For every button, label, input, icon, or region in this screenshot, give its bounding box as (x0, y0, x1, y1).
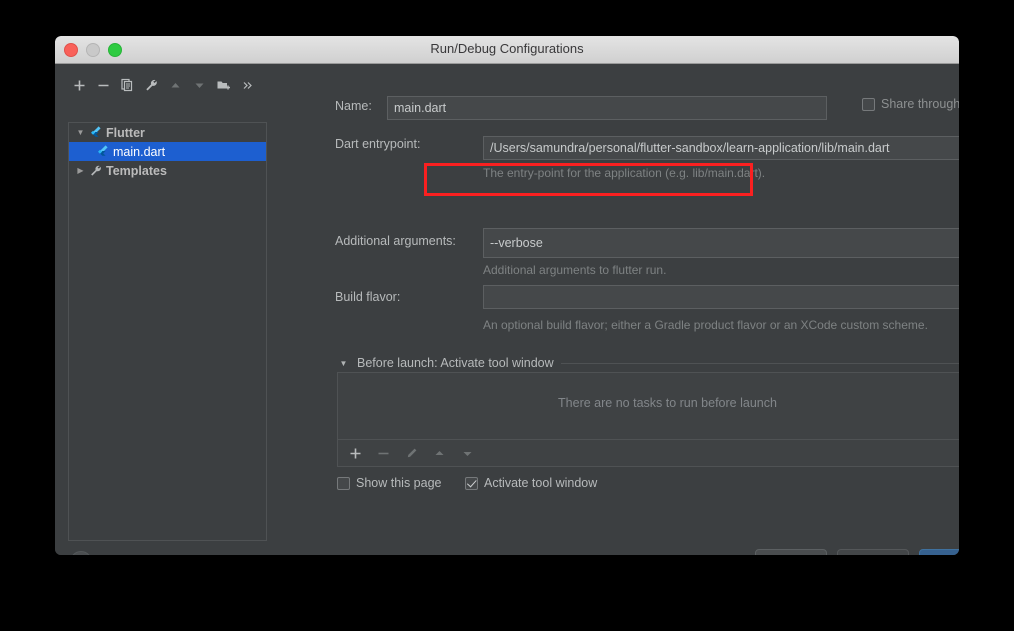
apply-button[interactable]: Apply (837, 549, 909, 555)
remove-task-button[interactable] (372, 442, 394, 464)
ok-button[interactable]: OK (919, 549, 959, 555)
before-launch-header: ▼ Before launch: Activate tool window (337, 356, 959, 370)
flavor-label: Build flavor: (335, 290, 401, 304)
chevron-down-icon[interactable]: ▼ (74, 128, 87, 137)
run-debug-configurations-dialog: Run/Debug Configurations ▼ Flutter main.… (55, 36, 959, 555)
add-configuration-button[interactable] (68, 74, 90, 96)
configurations-tree[interactable]: ▼ Flutter main.dart ▶ Templates (68, 122, 267, 541)
show-this-page-checkbox[interactable] (337, 476, 350, 490)
help-button[interactable]: ? (70, 551, 92, 555)
share-vcs-row[interactable]: Share through VCS (862, 97, 959, 111)
share-vcs-label: Share through VCS (881, 97, 959, 111)
name-input[interactable]: main.dart (387, 96, 827, 120)
edit-task-button[interactable] (400, 442, 422, 464)
move-up-button[interactable] (164, 74, 186, 96)
args-label: Additional arguments: (335, 234, 456, 248)
tree-item-templates[interactable]: ▶ Templates (69, 161, 266, 180)
section-divider (560, 362, 959, 364)
wrench-icon (87, 164, 103, 177)
screenshot-root: Run/Debug Configurations ▼ Flutter main.… (0, 0, 1014, 631)
window-titlebar: Run/Debug Configurations (55, 36, 959, 64)
add-task-button[interactable] (344, 442, 366, 464)
before-launch-title: Before launch: Activate tool window (357, 356, 554, 370)
entrypoint-hint: The entry-point for the application (e.g… (483, 166, 766, 180)
tree-item-label: Templates (106, 163, 167, 178)
name-row: Name: (335, 99, 372, 113)
entrypoint-input[interactable]: /Users/samundra/personal/flutter-sandbox… (483, 136, 959, 160)
before-launch-toolbar (338, 439, 959, 466)
before-launch-tasks-box[interactable]: There are no tasks to run before launch (337, 372, 959, 467)
chevron-down-icon[interactable]: ▼ (337, 359, 350, 368)
more-options-button[interactable] (236, 74, 258, 96)
remove-configuration-button[interactable] (92, 74, 114, 96)
flutter-icon (94, 145, 110, 158)
activate-tool-window-checkbox[interactable] (465, 476, 478, 490)
tree-item-flutter[interactable]: ▼ Flutter (69, 123, 266, 142)
new-folder-button[interactable] (212, 74, 234, 96)
before-launch-empty-text: There are no tasks to run before launch (558, 396, 777, 410)
move-task-down-button[interactable] (456, 442, 478, 464)
window-title: Run/Debug Configurations (430, 41, 584, 56)
dialog-body: ▼ Flutter main.dart ▶ Templates Name: ma… (55, 64, 959, 555)
tree-item-label: Flutter (106, 125, 145, 140)
args-row: Additional arguments: (335, 234, 456, 248)
move-down-button[interactable] (188, 74, 210, 96)
copy-configuration-button[interactable] (116, 74, 138, 96)
entrypoint-row: Dart entrypoint: (335, 137, 420, 151)
flavor-row: Build flavor: (335, 290, 400, 304)
show-this-page-label: Show this page (356, 476, 442, 490)
build-flavor-input[interactable] (483, 285, 959, 309)
cancel-button[interactable]: Cancel (755, 549, 827, 555)
flutter-icon (87, 126, 103, 139)
tree-item-main-dart[interactable]: main.dart (69, 142, 266, 161)
entrypoint-label: Dart entrypoint: (335, 137, 421, 151)
edit-templates-button[interactable] (140, 74, 162, 96)
args-hint: Additional arguments to flutter run. (483, 263, 667, 277)
chevron-right-icon[interactable]: ▶ (74, 166, 87, 175)
flavor-hint: An optional build flavor; either a Gradl… (483, 318, 928, 332)
configurations-toolbar (68, 72, 268, 98)
move-task-up-button[interactable] (428, 442, 450, 464)
activate-tool-window-row[interactable]: Activate tool window (465, 476, 597, 490)
tree-item-label: main.dart (113, 144, 166, 159)
configuration-form: Name: main.dart Share through VCS Dart e… (280, 64, 959, 555)
name-label: Name: (335, 99, 372, 113)
share-vcs-checkbox[interactable] (862, 97, 875, 111)
show-this-page-row[interactable]: Show this page (337, 476, 441, 490)
additional-arguments-input[interactable]: --verbose (483, 228, 959, 258)
activate-tool-window-label: Activate tool window (484, 476, 598, 490)
